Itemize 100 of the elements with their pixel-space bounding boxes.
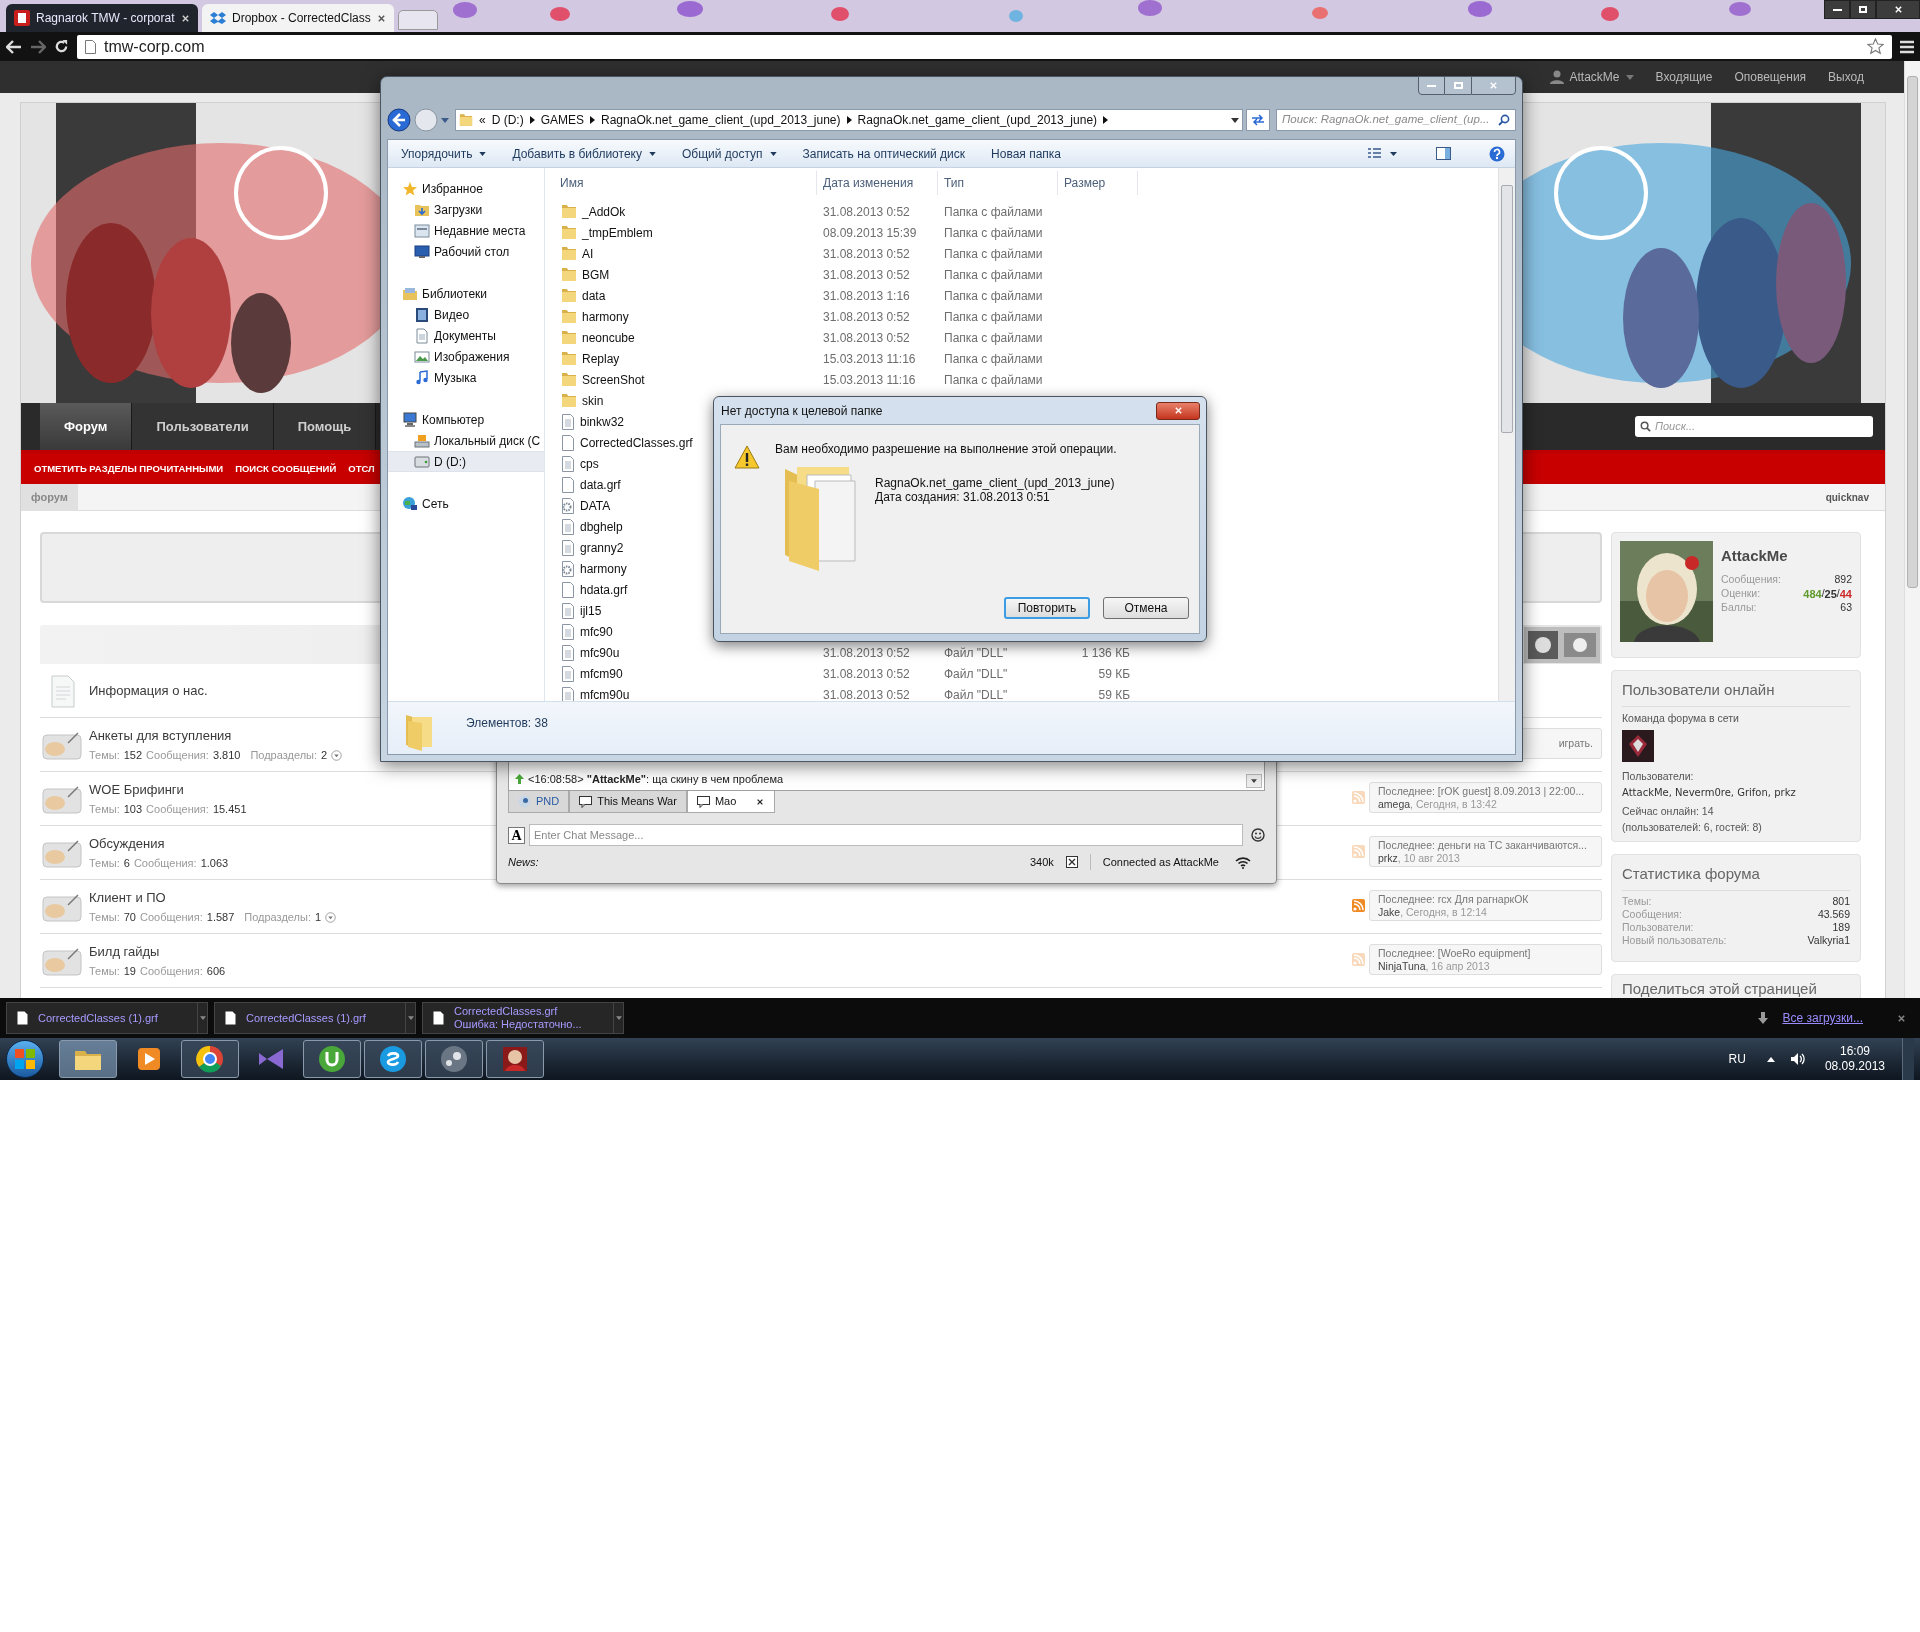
- chat-tab[interactable]: This Means War: [569, 791, 687, 813]
- forum-title[interactable]: Билд гайды: [89, 941, 226, 961]
- star-icon[interactable]: [1867, 38, 1884, 55]
- scroll-down-button[interactable]: [1246, 774, 1262, 788]
- chevron-icon[interactable]: [846, 116, 852, 124]
- dialog-button[interactable]: Отмена: [1103, 597, 1189, 619]
- file-name[interactable]: mfcm90: [580, 664, 623, 683]
- file-name[interactable]: granny2: [580, 538, 624, 557]
- preview-pane-icon[interactable]: [1436, 147, 1451, 160]
- column-header[interactable]: Размер: [1058, 171, 1138, 195]
- file-name[interactable]: ijl15: [580, 601, 602, 620]
- toolbar-button[interactable]: Записать на оптический диск: [802, 144, 966, 163]
- minimize-button[interactable]: [1824, 0, 1850, 19]
- scrollbar[interactable]: [1498, 168, 1515, 701]
- file-name[interactable]: skin: [582, 391, 604, 410]
- file-name[interactable]: data: [582, 286, 606, 305]
- nav-item[interactable]: Музыка: [388, 367, 544, 388]
- tray-arrow-icon[interactable]: [1766, 1056, 1775, 1062]
- download-item[interactable]: CorrectedClasses (1).grf: [214, 1002, 416, 1034]
- toolbar-button[interactable]: Общий доступ: [681, 144, 777, 163]
- last-post-title[interactable]: Последнее: rcx Для рагнаркОК: [1378, 892, 1593, 906]
- quick-link[interactable]: ОТСЛ: [348, 461, 375, 477]
- nav-item[interactable]: D (D:): [388, 451, 544, 472]
- back-icon[interactable]: [387, 108, 411, 132]
- forum-title[interactable]: Информация о нас.: [89, 680, 208, 701]
- dropdown-icon[interactable]: [325, 911, 337, 923]
- chat-tab[interactable]: Mao: [686, 791, 776, 813]
- file-name[interactable]: hdata.grf: [580, 580, 628, 599]
- path-segment[interactable]: RagnaOk.net_game_client_(upd_2013_june): [601, 111, 841, 129]
- path-segment[interactable]: GAMES: [540, 111, 585, 129]
- file-name[interactable]: data.grf: [580, 475, 621, 494]
- nav-item[interactable]: Библиотеки: [388, 283, 544, 304]
- scrollbar-thumb[interactable]: [1907, 76, 1918, 588]
- download-item[interactable]: CorrectedClasses.grf Ошибка: Недостаточно...: [422, 1002, 624, 1034]
- taskbar-button[interactable]: [425, 1040, 483, 1078]
- account-link[interactable]: AttackMe: [1569, 68, 1620, 86]
- font-button[interactable]: A: [508, 826, 525, 844]
- forum-title[interactable]: Обсуждения: [89, 833, 229, 853]
- view-icon[interactable]: [1368, 147, 1398, 160]
- quick-link[interactable]: ОТМЕТИТЬ РАЗДЕЛЫ ПРОЧИТАННЫМИ: [34, 461, 224, 477]
- dropdown-icon[interactable]: [331, 749, 343, 761]
- taskbar-button[interactable]: [364, 1040, 422, 1078]
- nav-item[interactable]: Видео: [388, 304, 544, 325]
- close-button[interactable]: [1156, 401, 1200, 420]
- close-icon[interactable]: [756, 797, 765, 806]
- file-name[interactable]: DATA: [580, 496, 611, 515]
- file-name[interactable]: dbghelp: [580, 517, 623, 536]
- header-link[interactable]: Оповещения: [1734, 68, 1807, 86]
- nav-tab[interactable]: Помощь: [273, 403, 377, 450]
- last-post-title[interactable]: Последнее: [rOK guest] 8.09.2013 | 22:00...: [1378, 784, 1593, 798]
- forum-title[interactable]: Анкеты для вступления: [89, 725, 343, 745]
- column-header[interactable]: Имя: [557, 171, 817, 195]
- close-button[interactable]: [1876, 0, 1920, 19]
- file-name[interactable]: BGM: [582, 265, 610, 284]
- all-downloads-link[interactable]: Все загрузки...: [1782, 1009, 1863, 1027]
- minimize-button[interactable]: [1418, 76, 1445, 95]
- last-post-title[interactable]: Последнее: [WoeRo equipment]: [1378, 946, 1593, 960]
- chat-tab[interactable]: PND: [508, 791, 570, 813]
- search-field[interactable]: Поиск: RagnaOk.net_game_client_(up...: [1276, 109, 1516, 131]
- chat-input[interactable]: Enter Chat Message...: [529, 824, 1243, 846]
- nav-item[interactable]: Локальный диск (C: [388, 430, 544, 451]
- maximize-button[interactable]: [1445, 76, 1471, 95]
- file-name[interactable]: _tmpEmblem: [582, 223, 653, 242]
- file-name[interactable]: Replay: [582, 349, 620, 368]
- quick-link[interactable]: ПОИСК СООБЩЕНИЙ: [235, 461, 337, 477]
- nav-item[interactable]: Документы: [388, 325, 544, 346]
- close-icon[interactable]: [377, 13, 386, 23]
- forum-title[interactable]: Клиент и ПО: [89, 887, 337, 907]
- toolbar-button[interactable]: Добавить в библиотеку: [512, 144, 656, 163]
- start-button[interactable]: [6, 1040, 44, 1078]
- file-name[interactable]: mfcm90u: [580, 685, 630, 701]
- path-segment[interactable]: D (D:): [491, 111, 524, 129]
- toolbar-button[interactable]: Новая папка: [991, 144, 1062, 163]
- column-header[interactable]: Дата изменения: [817, 171, 938, 195]
- nav-item[interactable]: Изображения: [388, 346, 544, 367]
- nav-tab[interactable]: Форум: [40, 403, 133, 450]
- speaker-icon[interactable]: [1789, 1052, 1806, 1066]
- nav-item[interactable]: Компьютер: [388, 409, 544, 430]
- nav-tab[interactable]: Пользователи: [132, 403, 274, 450]
- reload-icon[interactable]: [54, 39, 69, 54]
- nav-item[interactable]: Загрузки: [388, 199, 544, 220]
- chevron-icon[interactable]: [590, 116, 596, 124]
- file-name[interactable]: mfc90: [580, 622, 613, 641]
- profile-name[interactable]: AttackMe: [1721, 545, 1852, 568]
- chevron-icon[interactable]: [1103, 116, 1109, 124]
- smiley-icon[interactable]: [1251, 828, 1265, 842]
- file-name[interactable]: CorrectedClasses.grf: [580, 433, 693, 452]
- column-header[interactable]: Тип: [938, 171, 1058, 195]
- file-name[interactable]: mfc90u: [580, 643, 620, 662]
- taskbar-button[interactable]: [303, 1040, 361, 1078]
- download-item[interactable]: CorrectedClasses (1).grf: [6, 1002, 208, 1034]
- path-segment[interactable]: RagnaOk.net_game_client_(upd_2013_june): [857, 111, 1098, 129]
- taskbar-button[interactable]: [181, 1040, 239, 1078]
- file-name[interactable]: harmony: [582, 307, 629, 326]
- forward-icon[interactable]: [30, 39, 46, 54]
- file-name[interactable]: binkw32: [580, 412, 625, 431]
- forum-title[interactable]: WOE Брифинги: [89, 779, 247, 799]
- nav-item[interactable]: Рабочий стол: [388, 241, 544, 262]
- header-link[interactable]: Входящие: [1655, 68, 1713, 86]
- nav-item[interactable]: Недавние места: [388, 220, 544, 241]
